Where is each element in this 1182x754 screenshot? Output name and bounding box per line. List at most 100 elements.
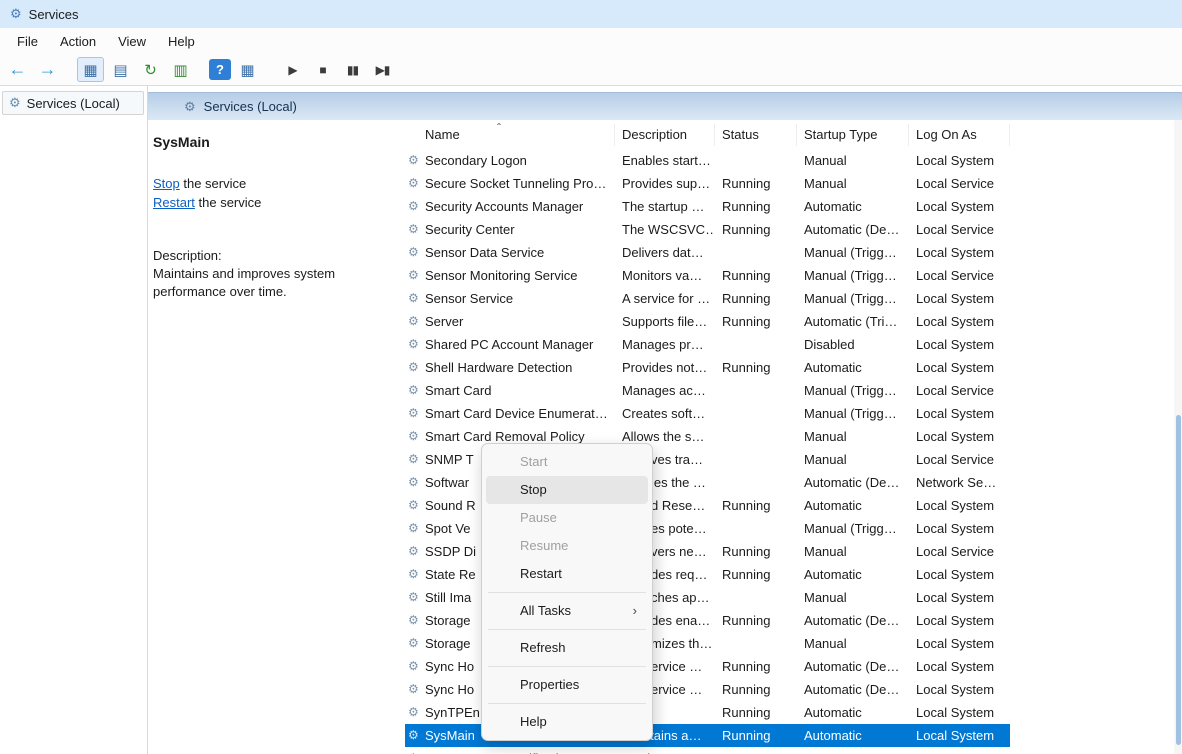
service-name-cell: ⚙Sensor Data Service bbox=[405, 241, 615, 264]
column-header-startup-type[interactable]: Startup Type bbox=[797, 124, 909, 146]
table-row[interactable]: ⚙Shell Hardware DetectionProvides not…Ru… bbox=[405, 356, 1010, 379]
window-title: Services bbox=[29, 7, 79, 22]
service-description-cell: Monit… bbox=[615, 747, 715, 754]
service-description-cell: A service for … bbox=[615, 287, 715, 310]
table-row[interactable]: ⚙Secure Socket Tunneling Pro…Provides su… bbox=[405, 172, 1010, 195]
table-row[interactable]: ⚙Sensor Data ServiceDelivers dat…Manual … bbox=[405, 241, 1010, 264]
service-startup-type-cell: Manual bbox=[797, 586, 909, 609]
table-row[interactable]: ⚙Security CenterThe WSCSVC…RunningAutoma… bbox=[405, 218, 1010, 241]
service-gear-icon: ⚙ bbox=[408, 701, 419, 724]
service-logon-cell: Network Se… bbox=[909, 471, 1010, 494]
table-row[interactable]: ⚙System Event Notification S…Monit… bbox=[405, 747, 1010, 754]
service-logon-cell: Local Service bbox=[909, 172, 1010, 195]
service-description-cell: Monitors va… bbox=[615, 264, 715, 287]
stop-service-button[interactable]: ■ bbox=[309, 57, 336, 82]
service-name: Secondary Logon bbox=[425, 153, 527, 168]
service-logon-cell: Local Service bbox=[909, 264, 1010, 287]
table-row[interactable]: ⚙Shared PC Account ManagerManages pr…Dis… bbox=[405, 333, 1010, 356]
table-row[interactable]: ⚙Secondary LogonEnables start…ManualLoca… bbox=[405, 149, 1010, 172]
column-header-name[interactable]: Nameˆ bbox=[405, 124, 615, 146]
service-status-cell bbox=[715, 425, 797, 448]
tree-item-services-local[interactable]: ⚙ Services (Local) bbox=[2, 91, 144, 115]
context-menu-item-stop[interactable]: Stop bbox=[486, 476, 648, 504]
table-row[interactable]: ⚙ServerSupports file…RunningAutomatic (T… bbox=[405, 310, 1010, 333]
context-menu-item-refresh[interactable]: Refresh bbox=[486, 634, 648, 662]
context-menu-item-help[interactable]: Help bbox=[486, 708, 648, 736]
back-button[interactable]: ← bbox=[4, 57, 31, 82]
sort-ascending-icon: ˆ bbox=[497, 120, 501, 139]
column-header-description[interactable]: Description bbox=[615, 124, 715, 146]
refresh-button[interactable]: ↻ bbox=[137, 57, 164, 82]
menubar: FileActionViewHelp bbox=[0, 28, 1182, 54]
service-gear-icon: ⚙ bbox=[408, 494, 419, 517]
service-status-cell bbox=[715, 517, 797, 540]
service-logon-cell: Local System bbox=[909, 195, 1010, 218]
service-description-cell: Manages ac… bbox=[615, 379, 715, 402]
context-menu-item-properties[interactable]: Properties bbox=[486, 671, 648, 699]
stop-service-link[interactable]: Stop bbox=[153, 176, 180, 191]
restart-service-button[interactable]: ▶▮ bbox=[369, 57, 396, 82]
service-name: Storage bbox=[425, 613, 471, 628]
action-text: the service bbox=[195, 195, 261, 210]
menu-view[interactable]: View bbox=[107, 31, 157, 52]
service-name: Secure Socket Tunneling Pro… bbox=[425, 176, 606, 191]
restart-service-action: Restart the service bbox=[153, 193, 397, 212]
table-row[interactable]: ⚙Sensor Monitoring ServiceMonitors va…Ru… bbox=[405, 264, 1010, 287]
menu-item-label: Refresh bbox=[520, 640, 566, 655]
service-description-cell: Supports file… bbox=[615, 310, 715, 333]
menu-file[interactable]: File bbox=[6, 31, 49, 52]
table-row[interactable]: ⚙Security Accounts ManagerThe startup …R… bbox=[405, 195, 1010, 218]
context-menu-item-restart[interactable]: Restart bbox=[486, 560, 648, 588]
vertical-scrollbar[interactable] bbox=[1174, 120, 1182, 754]
service-name: Sensor Monitoring Service bbox=[425, 268, 577, 283]
service-name-cell: ⚙Security Accounts Manager bbox=[405, 195, 615, 218]
forward-button[interactable]: → bbox=[34, 57, 61, 82]
menu-help[interactable]: Help bbox=[157, 31, 206, 52]
services-list-header: Nameˆ Description StatusStartup TypeLog On… bbox=[405, 120, 1182, 149]
scrollbar-thumb[interactable] bbox=[1176, 415, 1181, 745]
service-status-cell bbox=[715, 448, 797, 471]
service-status-cell bbox=[715, 379, 797, 402]
service-name: Security Center bbox=[425, 222, 515, 237]
window-pane-icon: ▤ bbox=[113, 61, 127, 79]
service-name: Shared PC Account Manager bbox=[425, 337, 593, 352]
service-name-cell: ⚙Sensor Service bbox=[405, 287, 615, 310]
show-console-tree-button[interactable]: ▦ bbox=[77, 57, 104, 82]
restart-service-link[interactable]: Restart bbox=[153, 195, 195, 210]
service-gear-icon: ⚙ bbox=[408, 195, 419, 218]
service-name-cell: ⚙Server bbox=[405, 310, 615, 333]
table-row[interactable]: ⚙Smart CardManages ac…Manual (Trigg…Loca… bbox=[405, 379, 1010, 402]
service-logon-cell: Local System bbox=[909, 287, 1010, 310]
column-label: Description bbox=[622, 127, 687, 142]
service-startup-type-cell: Manual (Trigg… bbox=[797, 517, 909, 540]
service-status-cell: Running bbox=[715, 287, 797, 310]
table-row[interactable]: ⚙Sensor ServiceA service for …RunningMan… bbox=[405, 287, 1010, 310]
service-description-cell: Provides sup… bbox=[615, 172, 715, 195]
service-startup-type-cell: Manual (Trigg… bbox=[797, 287, 909, 310]
service-startup-type-cell bbox=[797, 747, 909, 754]
list-view-button[interactable]: ▦ bbox=[234, 57, 261, 82]
service-status-cell: Running bbox=[715, 540, 797, 563]
table-row[interactable]: ⚙Smart Card Device Enumerat…Creates soft… bbox=[405, 402, 1010, 425]
service-gear-icon: ⚙ bbox=[408, 241, 419, 264]
service-logon-cell: Local System bbox=[909, 149, 1010, 172]
service-gear-icon: ⚙ bbox=[408, 471, 419, 494]
properties-pane-button[interactable]: ▤ bbox=[107, 57, 134, 82]
service-name: Shell Hardware Detection bbox=[425, 360, 572, 375]
service-gear-icon: ⚙ bbox=[408, 402, 419, 425]
column-header-status[interactable]: Status bbox=[715, 124, 797, 146]
start-service-button[interactable]: ▶ bbox=[279, 57, 306, 82]
export-list-button[interactable]: ▥ bbox=[167, 57, 194, 82]
titlebar: ⚙ Services bbox=[0, 0, 1182, 28]
service-name: Softwar bbox=[425, 475, 469, 490]
menu-action[interactable]: Action bbox=[49, 31, 107, 52]
service-name: Smart Card bbox=[425, 383, 491, 398]
service-name: Sound R bbox=[425, 498, 476, 513]
column-header-log-on-as[interactable]: Log On As bbox=[909, 124, 1010, 146]
pause-service-button[interactable]: ▮▮ bbox=[339, 57, 366, 82]
help-button[interactable]: ? bbox=[209, 59, 231, 80]
context-menu-item-all-tasks[interactable]: All Tasks› bbox=[486, 597, 648, 625]
service-status-cell: Running bbox=[715, 563, 797, 586]
service-name-cell: ⚙System Event Notification S… bbox=[405, 747, 615, 754]
service-startup-type-cell: Manual bbox=[797, 448, 909, 471]
